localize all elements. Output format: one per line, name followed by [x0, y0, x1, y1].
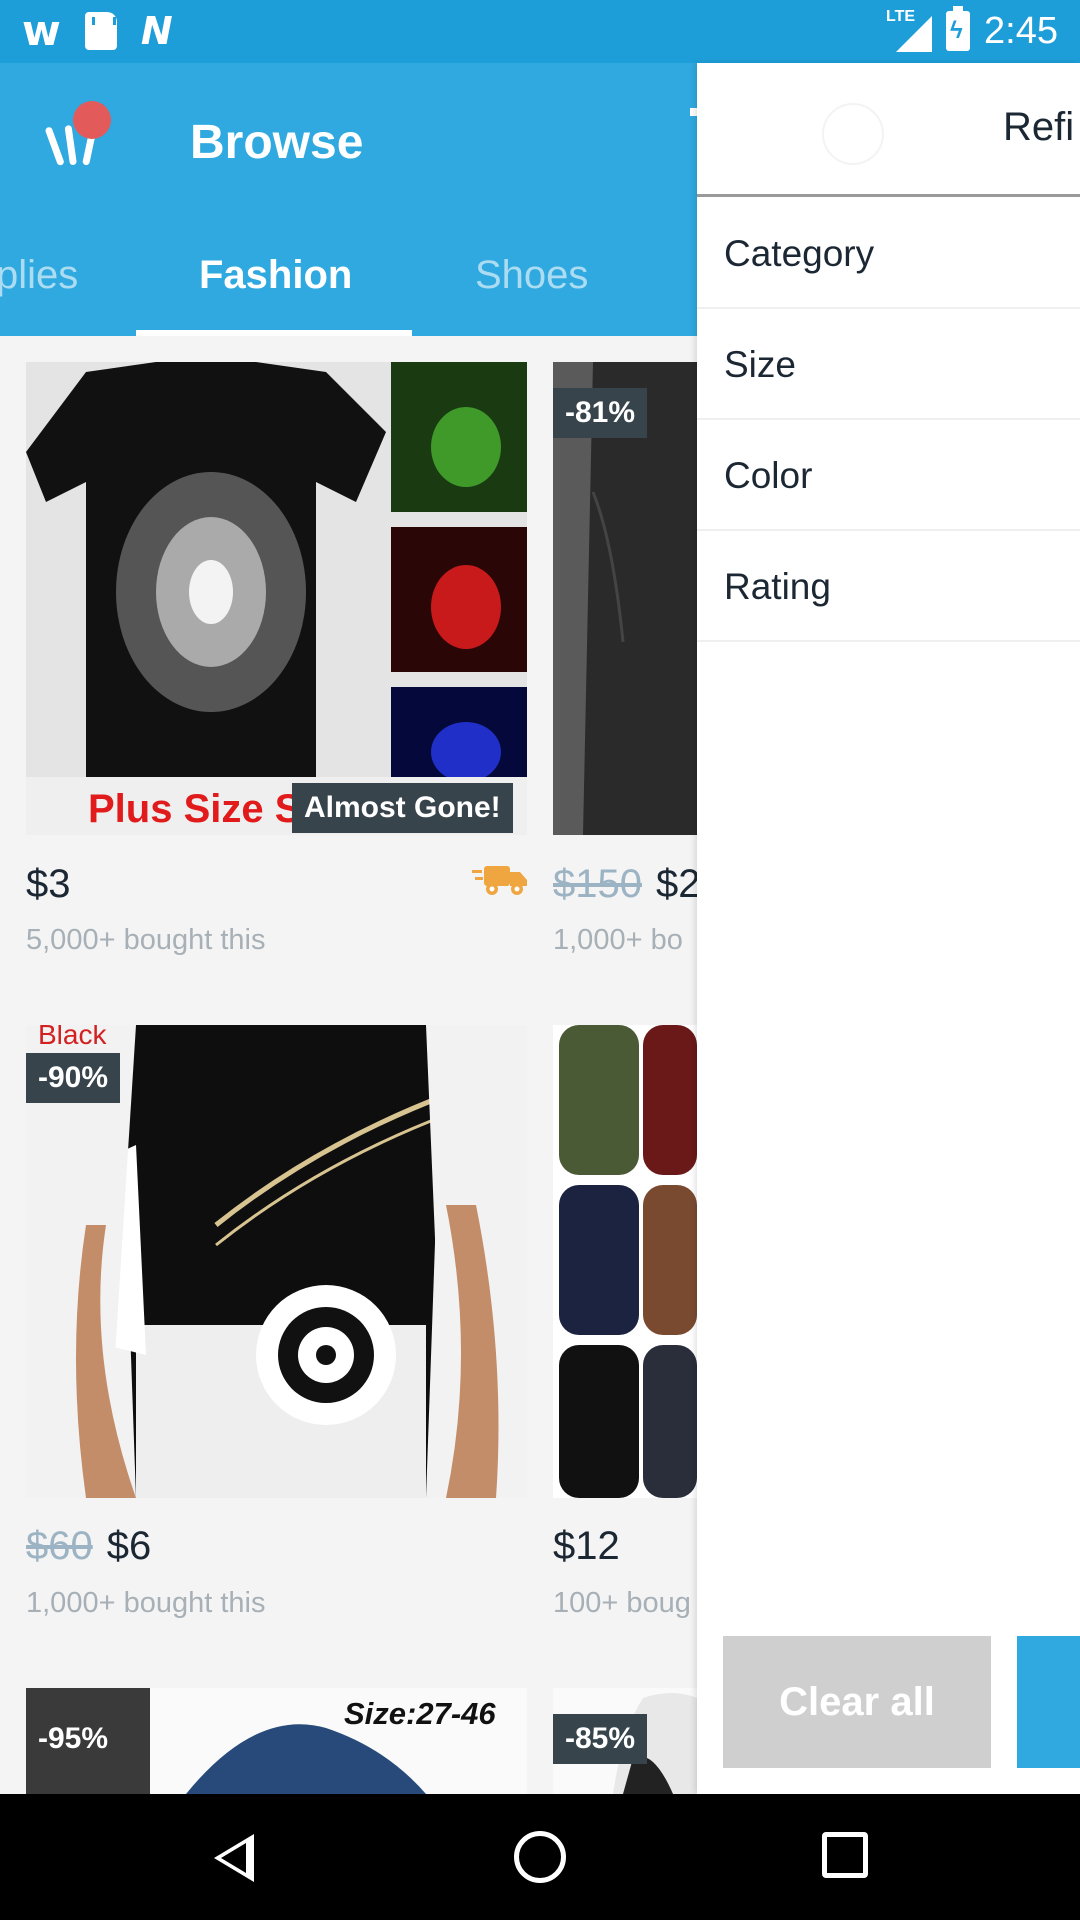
system-nav-bar — [0, 1794, 1080, 1920]
product-image[interactable]: Black -90% — [26, 1025, 527, 1498]
tab-supplies[interactable]: plies — [0, 253, 78, 298]
product-overlay-text: Size:27-46 — [344, 1696, 496, 1731]
clock: 2:45 — [984, 10, 1058, 52]
recents-icon[interactable] — [822, 1832, 868, 1878]
wish-logo-icon[interactable] — [44, 101, 118, 171]
clear-all-button[interactable]: Clear all — [723, 1636, 991, 1768]
sd-card-icon — [84, 12, 117, 50]
notification-icons: w N — [22, 6, 173, 55]
lte-signal-icon: LTE — [886, 8, 933, 54]
refine-drawer: Refi Category Size Color Rating Clear al… — [697, 63, 1080, 1794]
home-icon[interactable] — [514, 1831, 566, 1883]
product-sale-price: $12 — [553, 1524, 620, 1568]
filter-category[interactable]: Category — [697, 199, 1080, 309]
discount-badge: -81% — [553, 388, 648, 438]
bought-count: 5,000+ bought this — [26, 924, 266, 956]
notification-dot — [73, 101, 111, 139]
discount-badge: -85% — [553, 1714, 648, 1764]
product-price: $150 $2 — [553, 862, 697, 907]
product-image[interactable]: -85% — [553, 1688, 697, 1794]
product-image[interactable]: Plus Size S- Almost Gone! — [26, 362, 527, 835]
tab-fashion[interactable]: Fashion — [199, 253, 352, 298]
system-icons: LTE 2:45 — [886, 6, 1058, 55]
product-overlay-text: Plus Size S- — [88, 787, 315, 831]
product-sale-price: $6 — [106, 1524, 152, 1568]
bought-count: 1,000+ bo — [553, 924, 683, 956]
product-sale-price: $2 — [655, 862, 697, 906]
active-tab-indicator — [136, 330, 412, 336]
almost-gone-badge: Almost Gone! — [292, 783, 513, 833]
product-original-price: $60 — [26, 1524, 93, 1568]
product-price: $3 — [26, 862, 71, 907]
product-image[interactable]: -81% — [553, 362, 697, 835]
category-tabs: plies Fashion Shoes — [0, 243, 700, 336]
status-bar: w N LTE 2:45 — [0, 0, 1080, 63]
filter-color[interactable]: Color — [697, 421, 1080, 531]
drawer-header: Refi — [697, 63, 1080, 197]
discount-badge: -95% — [38, 1722, 109, 1755]
product-price: $12 — [553, 1524, 620, 1569]
product-overlay-text: Black — [38, 1025, 107, 1050]
product-original-price: $150 — [553, 862, 642, 906]
product-price: $60 $6 — [26, 1524, 151, 1569]
discount-badge: -90% — [26, 1053, 121, 1103]
wish-notification-icon: w — [22, 6, 61, 55]
bought-count: 1,000+ bought this — [26, 1587, 266, 1619]
product-image[interactable]: -95% Size:27-46 — [26, 1688, 527, 1794]
bought-count: 100+ boug — [553, 1587, 691, 1619]
fast-shipping-truck-icon — [472, 866, 527, 895]
product-sale-price: $3 — [26, 862, 71, 906]
product-image[interactable] — [553, 1025, 697, 1498]
apply-button[interactable] — [1017, 1636, 1080, 1768]
back-icon[interactable] — [214, 1834, 254, 1882]
battery-charging-icon — [946, 6, 971, 51]
page-title: Browse — [190, 116, 364, 169]
drawer-title: Refi — [1003, 105, 1075, 149]
filter-size[interactable]: Size — [697, 310, 1080, 420]
tab-shoes[interactable]: Shoes — [475, 253, 588, 298]
n-notification-icon: N — [140, 9, 173, 53]
app-header: Browse plies Fashion Shoes — [0, 63, 700, 336]
loading-spinner-icon — [822, 103, 884, 165]
filter-rating[interactable]: Rating — [697, 532, 1080, 642]
